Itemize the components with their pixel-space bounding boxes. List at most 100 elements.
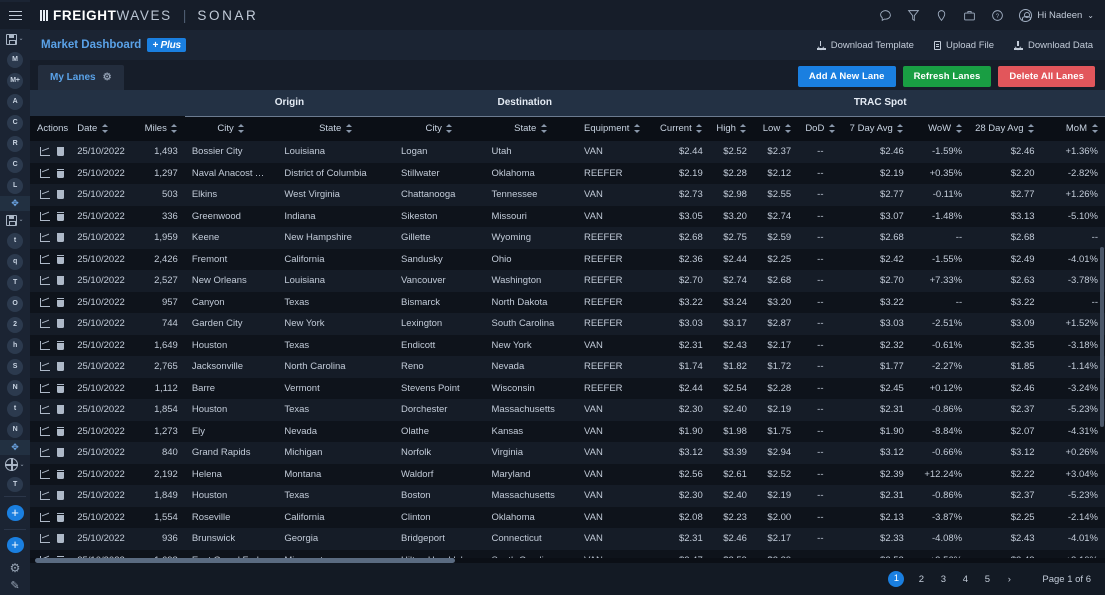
table-row[interactable]: 25/10/2022 1,112 Barre Vermont Stevens Point… [30, 377, 1105, 399]
sort-arrows-icon[interactable] [540, 124, 547, 134]
chat-icon[interactable] [879, 9, 892, 22]
table-row[interactable]: 25/10/2022 2,765 Jacksonville North Carolin… [30, 356, 1105, 378]
sidebar-item-a-3[interactable]: C [7, 114, 23, 131]
pagination-page-4[interactable]: 4 [954, 574, 976, 585]
line-chart-icon[interactable] [40, 168, 51, 178]
line-chart-icon[interactable] [40, 405, 51, 415]
download-data-button[interactable]: Download Data [1014, 40, 1093, 51]
column-header-city[interactable]: City [394, 116, 485, 141]
trash-icon[interactable] [57, 297, 65, 307]
line-chart-icon[interactable] [40, 534, 51, 544]
tab-my-lanes[interactable]: My Lanes ⚙ [38, 65, 124, 90]
trash-icon[interactable] [57, 276, 65, 286]
sidebar-item-a-4[interactable]: R [7, 135, 23, 152]
line-chart-icon[interactable] [40, 362, 51, 372]
save-icon[interactable]: ⌄ [0, 29, 30, 49]
sort-arrows-icon[interactable] [740, 124, 747, 134]
briefcase-icon[interactable] [963, 9, 976, 22]
table-row[interactable]: 25/10/2022 336 Greenwood Indiana Sikeston Mis… [30, 205, 1105, 227]
line-chart-icon[interactable] [40, 233, 51, 243]
hamburger-icon[interactable] [0, 2, 30, 30]
sidebar-item-b-0[interactable]: t [7, 232, 23, 249]
pencil-icon[interactable]: ✎ [0, 577, 30, 595]
upload-file-button[interactable]: Upload File [933, 40, 994, 51]
sidebar-item-a-5[interactable]: C [7, 156, 23, 173]
line-chart-icon[interactable] [40, 190, 51, 200]
line-chart-icon[interactable] [40, 211, 51, 221]
help-circle-icon[interactable]: ? [991, 9, 1004, 22]
table-row[interactable]: 25/10/2022 2,192 Helena Montana Waldorf Maryl… [30, 463, 1105, 485]
sort-arrows-icon[interactable] [633, 124, 640, 134]
column-header-equipment[interactable]: Equipment [576, 116, 656, 141]
vertical-scrollbar[interactable] [1100, 247, 1105, 595]
delete-all-lanes-button[interactable]: Delete All Lanes [998, 66, 1095, 87]
trash-icon[interactable] [57, 491, 65, 501]
trash-icon[interactable] [57, 319, 65, 329]
line-chart-icon[interactable] [40, 512, 51, 522]
column-header-mom[interactable]: MoM [1041, 116, 1105, 141]
table-row[interactable]: 25/10/2022 936 Brunswick Georgia Bridgeport C… [30, 528, 1105, 550]
column-header-low[interactable]: Low [753, 116, 799, 141]
column-header-dod[interactable]: DoD [798, 116, 843, 141]
sidebar-item-b-8[interactable]: t [7, 400, 23, 417]
sort-arrows-icon[interactable] [696, 124, 703, 134]
add-a-new-lane-button[interactable]: Add A New Lane [797, 66, 896, 87]
column-header-high[interactable]: High [709, 116, 754, 141]
table-row[interactable]: 25/10/2022 2,527 New Orleans Louisiana Vanco… [30, 270, 1105, 292]
table-row[interactable]: 25/10/2022 1,297 Naval Anacost Annex Distri… [30, 162, 1105, 184]
sort-arrows-icon[interactable] [955, 124, 962, 134]
sort-arrows-icon[interactable] [446, 124, 453, 134]
move-icon-2[interactable]: ✥ [0, 440, 30, 455]
sort-arrows-icon[interactable] [101, 124, 108, 134]
sort-arrows-icon[interactable] [345, 124, 352, 134]
pagination-page-3[interactable]: 3 [932, 574, 954, 585]
trash-icon[interactable] [57, 190, 65, 200]
column-header-city[interactable]: City [184, 116, 278, 141]
line-chart-icon[interactable] [40, 254, 51, 264]
line-chart-icon[interactable] [40, 448, 51, 458]
sidebar-item-a-6[interactable]: L [7, 177, 23, 194]
line-chart-icon[interactable] [40, 469, 51, 479]
sidebar-item-b-9[interactable]: N [7, 421, 23, 438]
line-chart-icon[interactable] [40, 383, 51, 393]
line-chart-icon[interactable] [40, 340, 51, 350]
table-row[interactable]: 25/10/2022 840 Grand Rapids Michigan Norfolk… [30, 442, 1105, 464]
trash-icon[interactable] [57, 383, 65, 393]
trash-icon[interactable] [57, 147, 65, 157]
table-row[interactable]: 25/10/2022 1,649 Houston Texas Endicott New Y… [30, 334, 1105, 356]
table-row[interactable]: 25/10/2022 744 Garden City New York Lexingto… [30, 313, 1105, 335]
column-header-state[interactable]: State [277, 116, 394, 141]
trash-icon[interactable] [57, 254, 65, 264]
sidebar-item-b-5[interactable]: h [7, 337, 23, 354]
trash-icon[interactable] [57, 512, 65, 522]
sidebar-item-a-1[interactable]: M+ [7, 72, 23, 89]
refresh-lanes-button[interactable]: Refresh Lanes [902, 66, 992, 87]
column-header-28-day-avg[interactable]: 28 Day Avg [969, 116, 1042, 141]
pagination-page-1[interactable]: 1 [888, 571, 905, 587]
gear-icon-tab[interactable]: ⚙ [103, 72, 112, 83]
line-chart-icon[interactable] [40, 319, 51, 329]
trash-icon[interactable] [57, 233, 65, 243]
user-menu[interactable]: Hi Nadeen ⌄ [1019, 8, 1094, 22]
sort-arrows-icon[interactable] [1091, 124, 1098, 134]
table-row[interactable]: 25/10/2022 1,849 Houston Texas Boston Massach… [30, 485, 1105, 507]
column-header-7-day-avg[interactable]: 7 Day Avg [842, 116, 911, 141]
trash-icon[interactable] [57, 448, 65, 458]
column-header-date[interactable]: Date [70, 116, 137, 141]
sort-arrows-icon[interactable] [171, 124, 178, 134]
sidebar-item-ticker[interactable]: T [7, 477, 23, 492]
column-header-state[interactable]: State [484, 116, 577, 141]
sidebar-item-b-4[interactable]: 2 [7, 316, 23, 333]
location-pin-icon[interactable] [935, 9, 948, 22]
line-chart-icon[interactable] [40, 426, 51, 436]
trash-icon[interactable] [57, 469, 65, 479]
table-row[interactable]: 25/10/2022 2,426 Fremont California Sandusky… [30, 248, 1105, 270]
filter-icon[interactable] [907, 9, 920, 22]
sidebar-item-a-0[interactable]: M [7, 51, 23, 68]
move-icon[interactable]: ✥ [0, 196, 30, 211]
table-row[interactable]: 25/10/2022 1,554 Roseville California Clinto… [30, 506, 1105, 528]
column-header-miles[interactable]: Miles [136, 116, 185, 141]
sidebar-item-b-2[interactable]: T [7, 274, 23, 291]
plus-circle-icon[interactable]: + [6, 505, 24, 521]
line-chart-icon[interactable] [40, 147, 51, 157]
